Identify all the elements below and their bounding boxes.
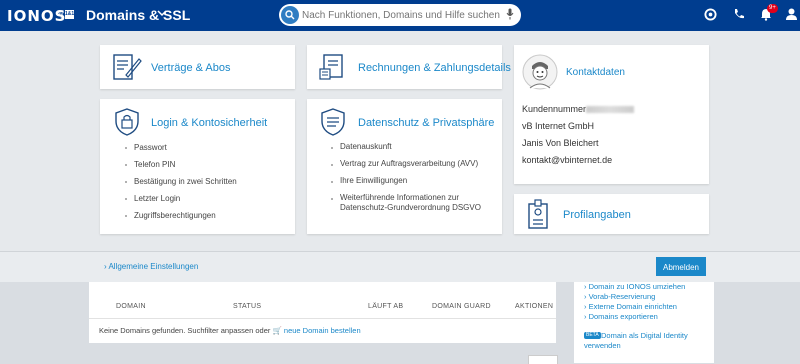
chevron-down-icon[interactable] [157,9,167,17]
digital-identity-link[interactable]: Domain als Digital Identity [601,331,688,340]
side-link-transfer[interactable]: › Domain zu IONOS umziehen [584,282,685,291]
section-dropdown[interactable]: Domains & SSL [86,7,190,23]
shield-lock-icon [115,108,139,136]
general-settings-link[interactable]: › Allgemeine Einstellungen [104,262,198,271]
phone-icon[interactable] [733,8,745,20]
column-header-status[interactable]: STATUS [233,303,261,310]
cart-icon: 🛒 [272,326,282,335]
side-link-external-domain[interactable]: › Externe Domain einrichten [584,302,677,311]
id-badge-icon [528,199,548,229]
help-icon[interactable] [704,8,717,21]
bullet [125,181,127,183]
side-link-export[interactable]: › Domains exportieren [584,312,658,321]
privacy-item-data-info[interactable]: Datenauskunft [340,142,392,152]
column-header-expires[interactable]: LÄUFT AB [368,303,403,310]
security-item-access-rights[interactable]: Zugriffsberechtigungen [134,211,216,220]
search-input[interactable] [302,4,502,26]
contract-icon [113,54,142,80]
security-item-last-login[interactable]: Letzter Login [134,194,180,203]
side-link-export-label: Domains exportieren [588,312,658,321]
privacy-item-consents[interactable]: Ihre Einwilligungen [340,176,407,186]
privacy-item-avv[interactable]: Vertrag zur Auftragsverarbeitung (AVV) [340,159,478,169]
column-header-actions: AKTIONEN [515,303,554,310]
contact-email: kontakt@vbinternet.de [522,155,613,165]
bullet [125,198,127,200]
bullet [125,215,127,217]
side-link-preregistration[interactable]: › Vorab-Reservierung [584,292,655,301]
customer-number-label: Kundennummer [522,104,587,114]
security-item-password[interactable]: Passwort [134,143,167,152]
logout-button[interactable]: Abmelden [656,257,706,276]
logo-by-text: by [57,12,64,18]
order-domain-link[interactable]: 🛒 neue Domain bestellen [272,326,360,335]
contact-company: vB Internet GmbH [522,121,595,131]
customer-number: Kundennummer [522,104,635,114]
security-item-two-step[interactable]: Bestätigung in zwei Schritten [134,177,237,186]
bullet [331,147,333,149]
bullet [331,198,333,200]
avatar [522,54,558,90]
column-header-domain-guard[interactable]: DOMAIN GUARD [432,303,491,310]
logo-badge: 1&1 [65,10,75,19]
privacy-title[interactable]: Datenschutz & Privatsphäre [358,117,494,129]
microphone-icon[interactable] [506,8,514,20]
contact-name: Janis Von Bleichert [522,138,599,148]
security-title[interactable]: Login & Kontosicherheit [151,117,267,129]
side-link-transfer-label: Domain zu IONOS umziehen [588,282,686,291]
privacy-item-dsgvo[interactable]: Datenschutz-Grundverordnung DSGVO [340,203,481,213]
bullet [331,164,333,166]
search-icon [285,10,295,20]
table-divider [89,318,556,319]
shield-document-icon [321,108,345,136]
contracts-title[interactable]: Verträge & Abos [151,62,231,74]
search-button[interactable] [281,6,299,24]
customer-number-redacted [586,106,635,114]
empty-state-text: Keine Domains gefunden. Suchfilter anpas… [99,326,271,335]
contact-title[interactable]: Kontaktdaten [566,67,625,78]
privacy-item-more-info[interactable]: Weiterführende Informationen zur [340,193,459,203]
profile-title[interactable]: Profilangaben [563,209,631,221]
invoice-icon [319,54,343,80]
bullet [331,181,333,183]
security-item-phone-pin[interactable]: Telefon PIN [134,160,175,169]
user-icon[interactable] [786,8,797,20]
column-header-domain[interactable]: DOMAIN [116,303,146,310]
side-link-external-domain-label: Externe Domain einrichten [588,302,677,311]
beta-badge: BETA [584,332,601,339]
invoices-title[interactable]: Rechnungen & Zahlungsdetails [358,62,511,74]
order-domain-label: neue Domain bestellen [283,326,361,335]
empty-state: Keine Domains gefunden. Suchfilter anpas… [99,326,361,335]
general-settings-label: Allgemeine Einstellungen [108,262,199,271]
digital-identity-link-line2[interactable]: verwenden [584,341,621,350]
notification-badge: 9+ [767,4,778,13]
bullet [125,164,127,166]
side-link-preregistration-label: Vorab-Reservierung [588,292,656,301]
bullet [125,147,127,149]
